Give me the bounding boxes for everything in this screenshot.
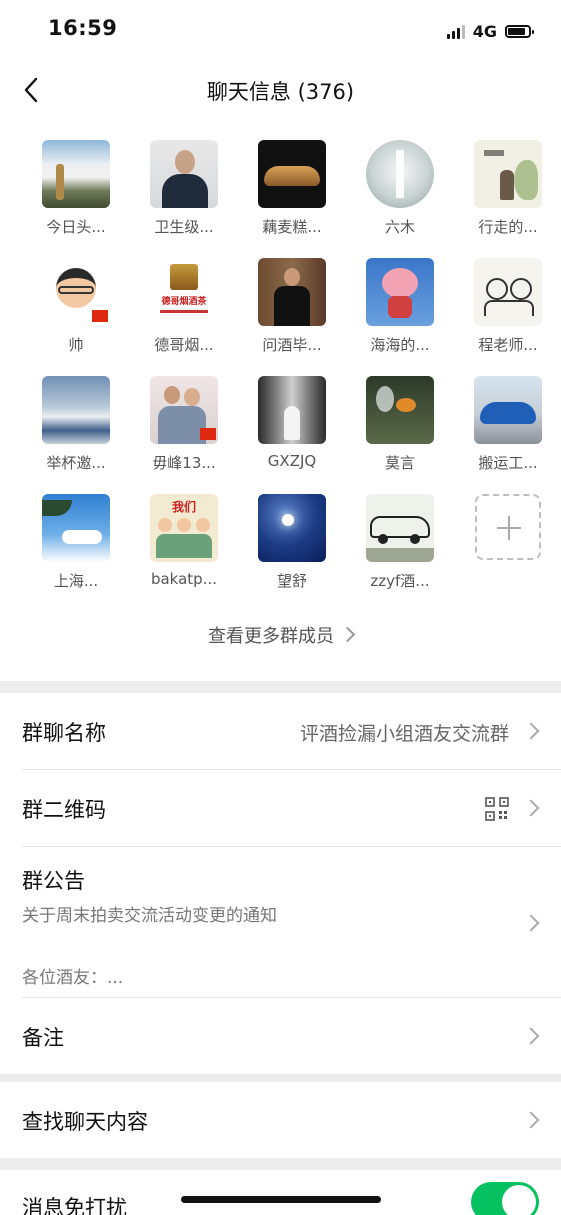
member-item[interactable]: 海海的... (346, 258, 454, 376)
member-name: 望舒 (276, 572, 307, 590)
avatar (366, 140, 434, 208)
avatar (366, 376, 434, 444)
member-name: bakatp... (150, 570, 218, 588)
avatar (42, 140, 110, 208)
member-item[interactable]: 举杯邀... (22, 376, 130, 494)
member-name: zzyf酒... (370, 572, 430, 590)
avatar (474, 376, 542, 444)
chevron-right-icon (522, 1027, 540, 1045)
member-name: 德哥烟... (154, 336, 214, 354)
member-name: 上海... (53, 572, 99, 590)
home-indicator (181, 1196, 381, 1203)
group-name-label: 群聊名称 (22, 721, 106, 745)
group-notice-row[interactable]: 群公告 关于周末拍卖交流活动变更的通知 各位酒友：... (22, 847, 561, 998)
avatar (150, 140, 218, 208)
member-item[interactable]: 问酒毕... (238, 258, 346, 376)
chevron-right-icon (522, 799, 540, 817)
add-member-item[interactable] (454, 494, 561, 612)
member-name: 今日头... (46, 218, 106, 236)
search-chat-row[interactable]: 查找聊天内容 (22, 1082, 561, 1158)
chevron-right-icon (522, 914, 540, 932)
member-item[interactable]: 上海... (22, 494, 130, 612)
search-section: 查找聊天内容 (0, 1082, 561, 1158)
status-indicators: 4G (446, 20, 534, 42)
member-item[interactable]: 卫生级... (130, 140, 238, 258)
mute-label: 消息免打扰 (22, 1196, 127, 1215)
notice-title: 关于周末拍卖交流活动变更的通知 (22, 906, 277, 926)
member-item[interactable]: 帅 (22, 258, 130, 376)
avatar (42, 494, 110, 562)
chevron-right-icon (522, 1111, 540, 1129)
member-item[interactable]: 六木 (346, 140, 454, 258)
avatar (258, 376, 326, 444)
member-name: 卫生级... (154, 218, 214, 236)
member-name: 莫言 (384, 454, 415, 472)
avatar (258, 258, 326, 326)
member-item[interactable]: zzyf酒... (346, 494, 454, 612)
avatar (42, 376, 110, 444)
chevron-right-icon (339, 626, 356, 643)
avatar-text: 我们 (171, 500, 196, 514)
member-name: 搬运工... (478, 454, 538, 472)
signal-icon (446, 23, 465, 39)
member-name: 藕麦糕... (262, 218, 322, 236)
member-grid: 今日头... 卫生级... 藕麦糕... 六木 行走的... 帅 德哥烟酒茶 德… (22, 140, 542, 612)
member-item[interactable]: 德哥烟酒茶 德哥烟... (130, 258, 238, 376)
avatar (474, 258, 542, 326)
chevron-right-icon (522, 722, 540, 740)
page-title: 聊天信息 (376) (206, 80, 355, 104)
avatar (258, 494, 326, 562)
member-name: 举杯邀... (46, 454, 106, 472)
status-time: 16:59 (48, 16, 118, 40)
group-notice-label: 群公告 (22, 869, 85, 893)
qr-code-icon (485, 797, 509, 821)
member-item[interactable]: 望舒 (238, 494, 346, 612)
member-item[interactable]: 搬运工... (454, 376, 561, 494)
member-item[interactable]: 莫言 (346, 376, 454, 494)
avatar-text: 德哥烟酒茶 (161, 297, 207, 307)
group-name-row[interactable]: 群聊名称 评酒捡漏小组酒友交流群 (22, 693, 561, 770)
group-name-value: 评酒捡漏小组酒友交流群 (299, 723, 509, 745)
member-name: 程老师... (478, 336, 538, 354)
group-settings-section: 群聊名称 评酒捡漏小组酒友交流群 群二维码 群公告 关于周末拍卖交流活动变更的通… (0, 693, 561, 1074)
avatar: 德哥烟酒茶 (150, 258, 218, 326)
member-name: GXZJQ (267, 452, 317, 470)
avatar (366, 258, 434, 326)
mute-row[interactable]: 消息免打扰 (22, 1170, 561, 1215)
search-chat-label: 查找聊天内容 (22, 1110, 148, 1134)
member-item[interactable]: 行走的... (454, 140, 561, 258)
member-name: 问酒毕... (262, 336, 322, 354)
member-item[interactable]: GXZJQ (238, 376, 346, 494)
avatar (258, 140, 326, 208)
member-item[interactable]: 藕麦糕... (238, 140, 346, 258)
notification-section: 消息免打扰 (0, 1170, 561, 1215)
member-item[interactable]: 今日头... (22, 140, 130, 258)
avatar (42, 258, 110, 326)
avatar (150, 376, 218, 444)
notice-preview: 各位酒友：... (22, 968, 124, 988)
group-qr-row[interactable]: 群二维码 (22, 770, 561, 847)
avatar (474, 140, 542, 208)
view-more-members-link[interactable]: 查看更多群成员 (0, 622, 561, 648)
view-more-label: 查看更多群成员 (208, 626, 334, 647)
member-name: 行走的... (478, 218, 538, 236)
remark-label: 备注 (22, 1026, 64, 1050)
member-item[interactable]: 程老师... (454, 258, 561, 376)
avatar (366, 494, 434, 562)
battery-icon (505, 24, 534, 38)
member-name: 帅 (68, 336, 84, 354)
avatar: 我们 (150, 494, 218, 562)
member-item[interactable]: 毋峰13... (130, 376, 238, 494)
group-qr-label: 群二维码 (22, 798, 106, 822)
network-type: 4G (472, 21, 497, 41)
member-name: 六木 (384, 218, 415, 236)
member-name: 毋峰13... (152, 454, 216, 472)
member-name: 海海的... (370, 336, 430, 354)
mute-toggle[interactable] (471, 1182, 539, 1215)
remark-row[interactable]: 备注 (22, 998, 561, 1074)
member-item[interactable]: 我们 bakatp... (130, 494, 238, 612)
add-member-button[interactable] (475, 494, 541, 560)
